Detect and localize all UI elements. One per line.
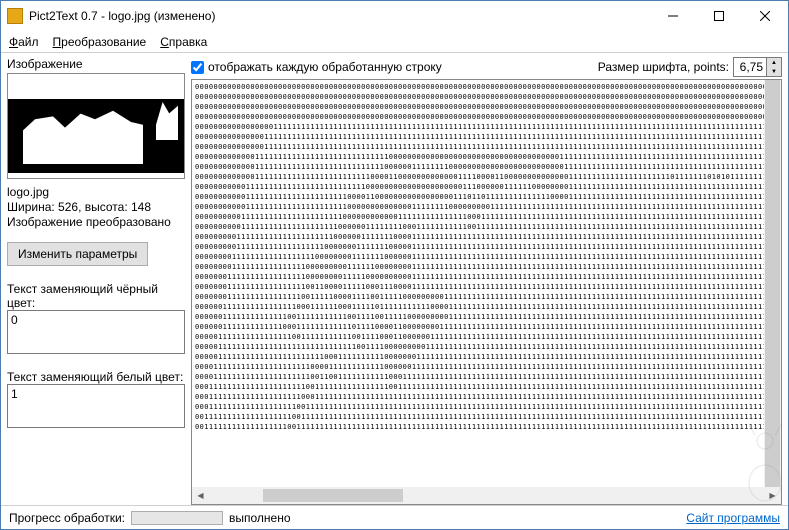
change-params-button[interactable]: Изменить параметры	[7, 242, 148, 266]
show-each-row-label: отображать каждую обработанную строку	[208, 60, 442, 74]
white-text-label: Текст заменяющий белый цвет:	[7, 370, 185, 384]
maximize-button[interactable]	[696, 1, 742, 31]
vertical-scrollbar[interactable]	[764, 80, 781, 487]
image-status: Изображение преобразовано	[7, 215, 185, 230]
menu-help[interactable]: Справка	[160, 35, 207, 49]
font-size-up-icon[interactable]: ▲	[767, 58, 781, 67]
show-each-row-checkbox-row[interactable]: отображать каждую обработанную строку	[191, 60, 442, 74]
menu-file[interactable]: Файл	[9, 35, 39, 49]
image-filename: logo.jpg	[7, 185, 185, 200]
black-text-label: Текст заменяющий чёрный цвет:	[7, 282, 185, 310]
done-label: выполнено	[229, 511, 291, 525]
show-each-row-checkbox[interactable]	[191, 61, 204, 74]
menubar: Файл Преобразование Справка	[1, 31, 788, 53]
progress-label: Прогресс обработки:	[9, 511, 125, 525]
font-size-input[interactable]	[734, 58, 766, 76]
app-icon	[7, 8, 23, 24]
font-size-label: Размер шрифта, points:	[598, 60, 729, 74]
font-size-spinner[interactable]: ▲ ▼	[733, 57, 782, 77]
white-text-input[interactable]: 1	[7, 384, 185, 428]
horizontal-scrollbar[interactable]: ◀ ▶	[192, 487, 781, 504]
text-output[interactable]: 0000000000000000000000000000000000000000…	[192, 80, 781, 487]
minimize-button[interactable]	[650, 1, 696, 31]
scroll-left-icon[interactable]: ◀	[192, 487, 209, 504]
scroll-right-icon[interactable]: ▶	[764, 487, 781, 504]
font-size-down-icon[interactable]: ▼	[767, 67, 781, 76]
site-link[interactable]: Сайт программы	[686, 511, 780, 525]
menu-transform[interactable]: Преобразование	[53, 35, 147, 49]
image-section-label: Изображение	[7, 57, 185, 71]
image-preview	[7, 73, 185, 179]
black-text-input[interactable]: 0	[7, 310, 185, 354]
close-button[interactable]	[742, 1, 788, 31]
window-title: Pict2Text 0.7 - logo.jpg (изменено)	[29, 9, 650, 23]
titlebar: Pict2Text 0.7 - logo.jpg (изменено)	[1, 1, 788, 31]
progress-bar	[131, 511, 223, 525]
image-dimensions: Ширина: 526, высота: 148	[7, 200, 185, 215]
